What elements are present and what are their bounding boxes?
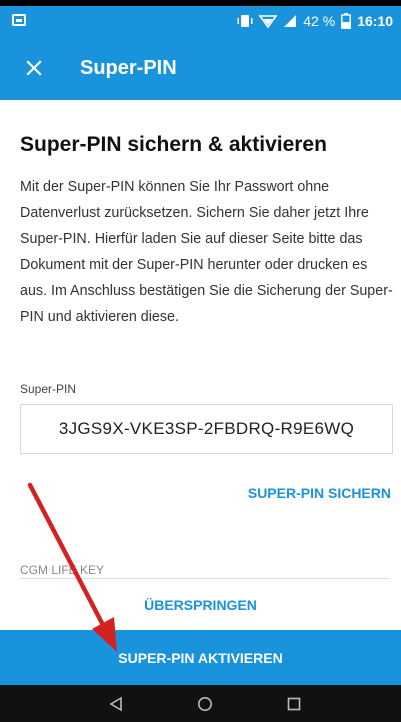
battery-percent: 42 % <box>303 13 336 29</box>
signal-icon <box>284 15 297 27</box>
vibrate-icon <box>237 15 253 27</box>
battery-icon <box>341 13 352 29</box>
wifi-icon <box>259 15 278 28</box>
description-text: Mit der Super-PIN können Sie Ihr Passwor… <box>20 179 393 325</box>
back-triangle-icon <box>109 696 122 711</box>
close-icon <box>26 60 42 76</box>
recents-square-icon <box>287 697 301 710</box>
save-super-pin-button[interactable]: SUPER-PIN SICHERN <box>248 485 391 501</box>
nav-back-button[interactable] <box>96 685 136 722</box>
status-bar: 42 % 16:10 <box>0 6 401 36</box>
super-pin-label: Super-PIN <box>20 382 77 396</box>
clock: 16:10 <box>357 13 393 29</box>
home-circle-icon <box>198 696 212 711</box>
app-bar: Super-PIN <box>0 36 401 100</box>
skip-button[interactable]: ÜBERSPRINGEN <box>0 585 401 625</box>
section-heading: Super-PIN sichern & aktivieren <box>20 133 327 156</box>
cgm-life-key-label: CGM LIFE KEY <box>20 563 105 577</box>
super-pin-field[interactable]: 3JGS9X-VKE3SP-2FBDRQ-R9E6WQ <box>20 404 393 454</box>
activate-super-pin-button[interactable]: SUPER-PIN AKTIVIEREN <box>0 630 401 685</box>
close-button[interactable] <box>18 52 50 84</box>
status-indicators: 42 % 16:10 <box>237 6 393 36</box>
divider <box>20 578 390 579</box>
notification-image-icon <box>12 14 26 26</box>
nav-home-button[interactable] <box>185 685 225 722</box>
page-title: Super-PIN <box>80 57 177 79</box>
system-nav-bar <box>0 685 401 722</box>
nav-recents-button[interactable] <box>274 685 314 722</box>
